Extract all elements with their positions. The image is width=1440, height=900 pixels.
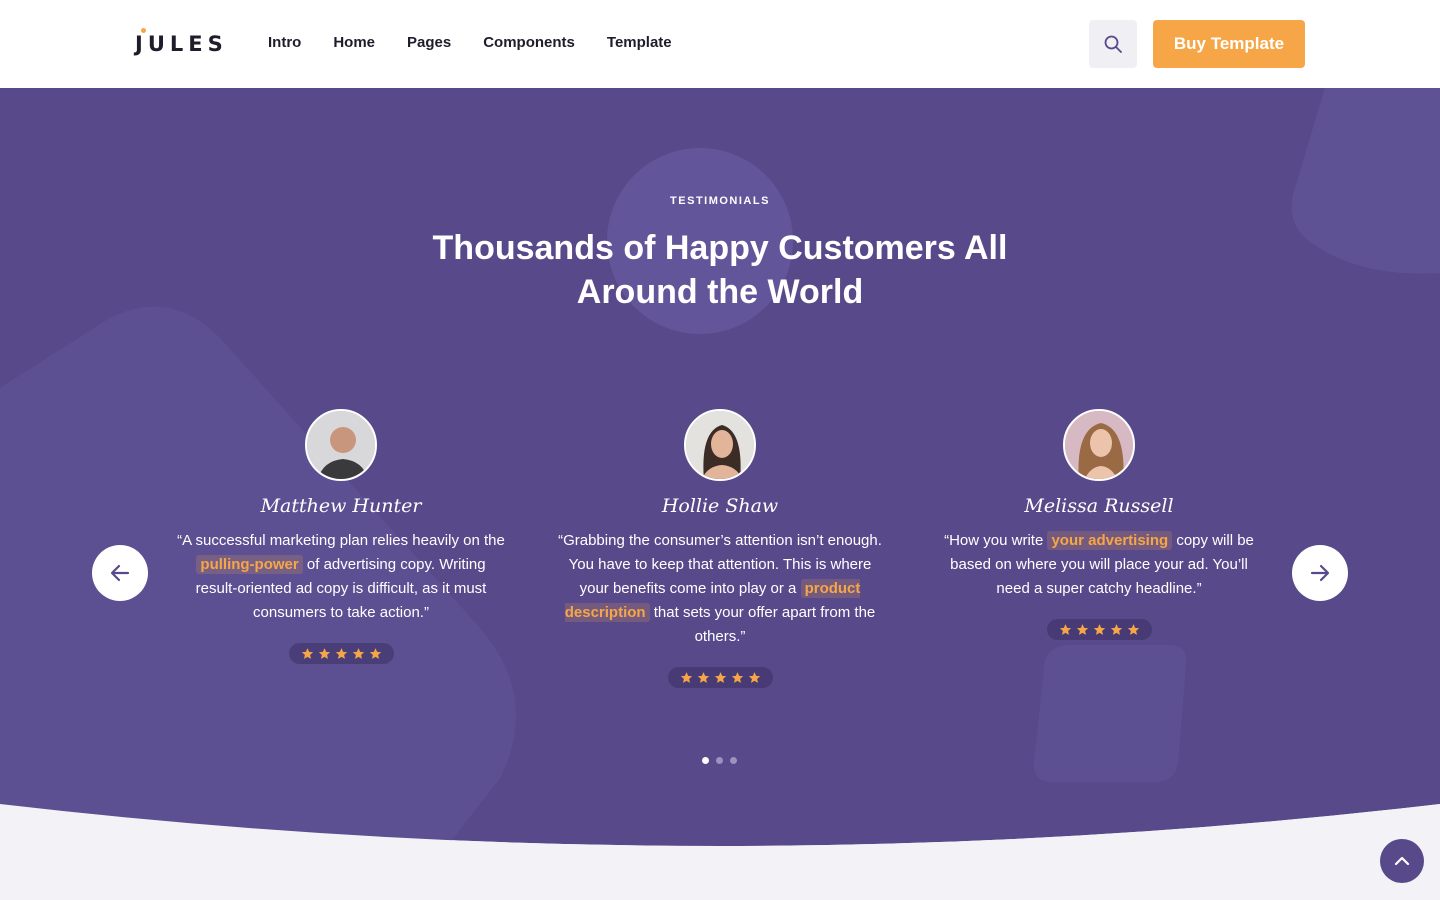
star-icon [1076,624,1088,635]
testimonial-author: Matthew Hunter [260,495,422,517]
star-icon [731,672,743,683]
star-icon [335,648,347,659]
testimonial-quote: “Grabbing the consumer’s attention isn’t… [555,529,885,649]
nav-item-intro[interactable]: Intro [268,34,301,51]
testimonials-section: TESTIMONIALS Thousands of Happy Customer… [0,88,1440,900]
star-icon [680,672,692,683]
avatar [305,409,377,481]
star-icon [352,648,364,659]
testimonial-card: Hollie Shaw “Grabbing the consumer’s att… [555,409,885,689]
avatar [1063,409,1135,481]
pagination-dot-3[interactable] [730,757,737,764]
avatar-image [686,411,754,479]
star-icon [318,648,330,659]
pagination-dot-1[interactable] [702,757,709,764]
carousel-next-button[interactable] [1292,545,1348,601]
star-rating [667,667,773,688]
buy-template-button[interactable]: Buy Template [1153,20,1305,68]
star-rating [288,643,394,664]
quote-text: “A successful marketing plan relies heav… [177,532,505,549]
testimonial-quote: “How you write your advertising copy wil… [934,529,1264,601]
star-rating [1046,619,1152,640]
star-icon [714,672,726,683]
testimonial-author: Melissa Russell [1024,495,1174,517]
star-icon [748,672,760,683]
avatar [684,409,756,481]
star-icon [697,672,709,683]
main-nav: Intro Home Pages Components Template [268,34,672,51]
quote-text: that sets your offer apart from the othe… [649,604,876,645]
testimonial-author: Hollie Shaw [661,495,779,517]
star-icon [1110,624,1122,635]
testimonial-card: Melissa Russell “How you write your adve… [934,409,1264,641]
nav-item-template[interactable]: Template [607,34,672,51]
nav-item-pages[interactable]: Pages [407,34,451,51]
star-icon [1127,624,1139,635]
star-icon [1093,624,1105,635]
nav-item-components[interactable]: Components [483,34,575,51]
testimonial-quote: “A successful marketing plan relies heav… [176,529,506,625]
avatar-image [307,411,375,479]
star-icon [1059,624,1071,635]
search-icon [1104,35,1122,53]
testimonial-card: Matthew Hunter “A successful marketing p… [176,409,506,665]
avatar-image [1065,411,1133,479]
chevron-up-icon [1394,856,1410,866]
pagination-dot-2[interactable] [716,757,723,764]
site-header: JULES Intro Home Pages Components Templa… [0,0,1440,88]
star-icon [369,648,381,659]
quote-highlight: pulling-power [196,555,303,574]
nav-item-home[interactable]: Home [333,34,375,51]
section-eyebrow: TESTIMONIALS [670,195,770,207]
star-icon [301,648,313,659]
logo[interactable]: JULES [135,32,228,56]
arrow-right-icon [1310,564,1330,582]
quote-highlight: your advertising [1047,531,1173,550]
carousel-prev-button[interactable] [92,545,148,601]
search-button[interactable] [1089,20,1137,68]
carousel-pagination [702,757,737,764]
quote-text: “How you write [944,532,1048,549]
section-title: Thousands of Happy Customers All Around … [432,229,1008,311]
arrow-left-icon [110,564,130,582]
scroll-to-top-button[interactable] [1380,839,1424,883]
